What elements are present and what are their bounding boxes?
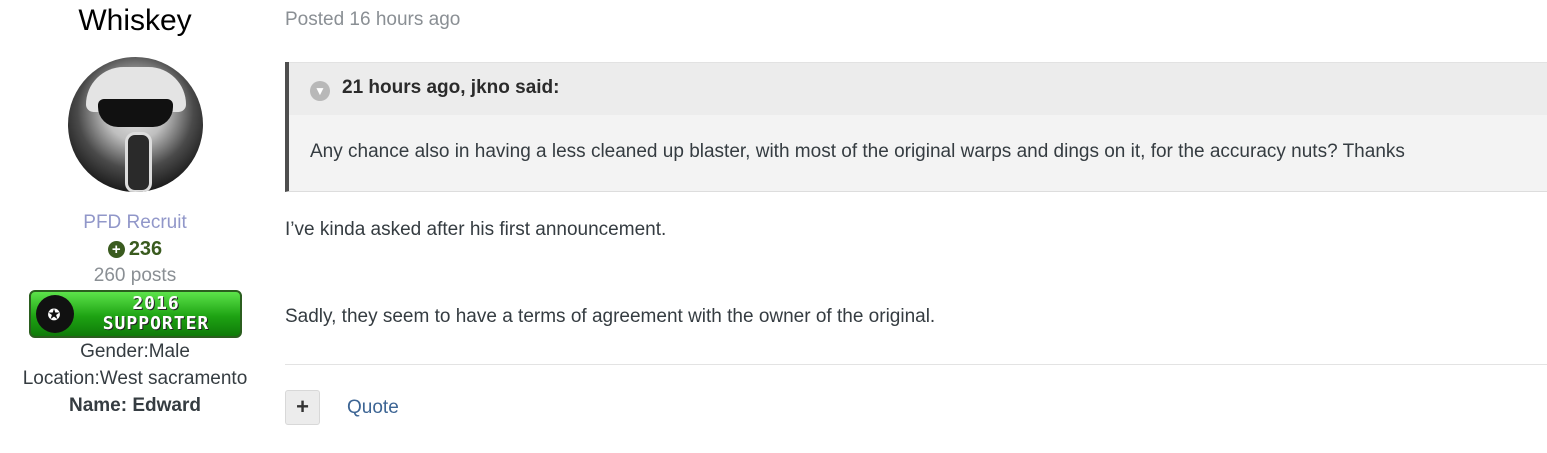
field-gender: Gender:Male	[80, 341, 190, 362]
reputation-count: 236	[128, 238, 163, 260]
author-name[interactable]: Whiskey	[0, 3, 270, 39]
badge-label: SUPPORTER	[102, 313, 210, 334]
post-paragraph: I’ve kinda asked after his first announc…	[285, 219, 667, 240]
multiquote-button[interactable]: +	[285, 390, 320, 425]
avatar-visor	[97, 99, 173, 127]
chevron-down-icon[interactable]: ▼	[310, 81, 330, 101]
field-location: Location:West sacramento	[22, 368, 248, 389]
user-group: PFD Recruit	[83, 212, 187, 233]
field-name: Name: Edward	[69, 395, 201, 416]
avatar[interactable]	[67, 57, 203, 192]
quote-citation: 21 hours ago, jkno said:	[342, 77, 560, 98]
quote-text: Any chance also in having a less cleaned…	[310, 141, 1405, 162]
avatar-snout	[124, 132, 152, 192]
author-panel: Whiskey PFD Recruit +236 260 posts ✪ 201…	[0, 0, 270, 419]
plus-circle-icon: +	[107, 241, 125, 258]
divider	[285, 364, 1547, 365]
emblem-icon: ✪	[35, 295, 74, 333]
reputation[interactable]: +236	[0, 236, 270, 262]
quote-header[interactable]: ▼ 21 hours ago, jkno said:	[289, 62, 1547, 115]
post-timestamp[interactable]: Posted 16 hours ago	[285, 9, 460, 31]
post-paragraph: Sadly, they seem to have a terms of agre…	[285, 306, 936, 327]
post-count: 260 posts	[93, 265, 177, 286]
badge-year: 2016	[132, 293, 180, 314]
quote-button[interactable]: Quote	[347, 397, 399, 419]
quote-block: ▼ 21 hours ago, jkno said: Any chance als…	[285, 62, 1547, 192]
supporter-badge: ✪ 2016 SUPPORTER	[28, 290, 242, 338]
